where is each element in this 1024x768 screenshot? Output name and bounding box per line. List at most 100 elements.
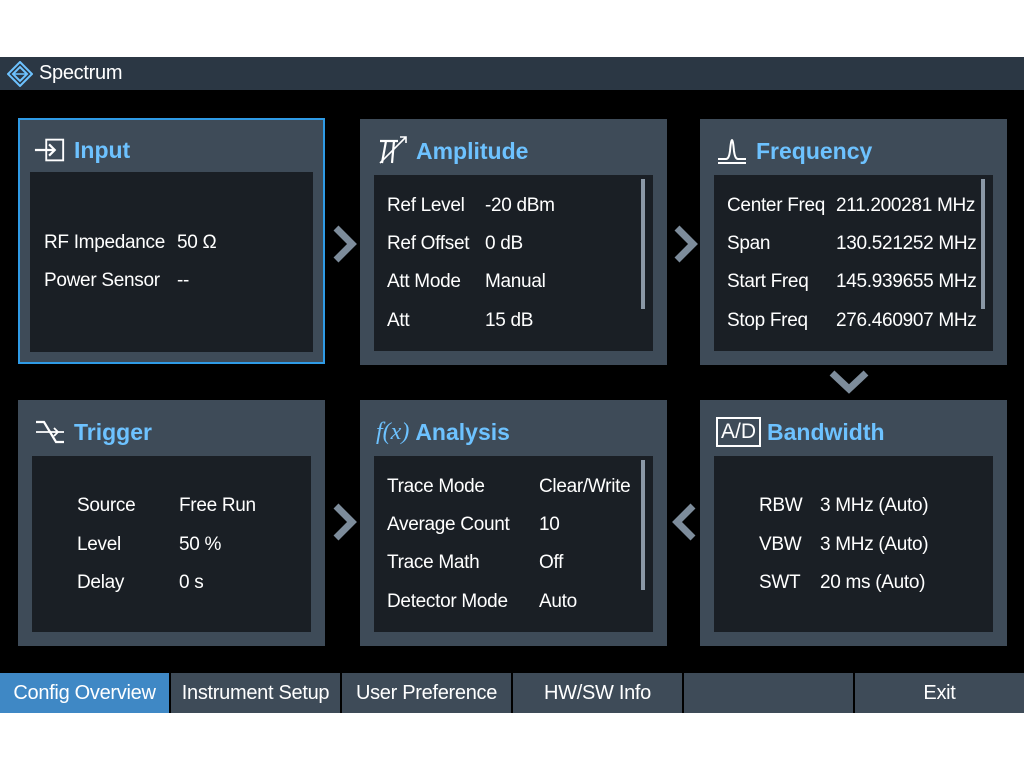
row-label: RBW [759,495,803,516]
bandwidth-panel-title: Bandwidth [767,418,885,445]
amplitude-panel-header: Amplitude [376,131,528,171]
row-label: SWT [759,572,801,593]
softkey-label: HW/SW Info [543,681,651,704]
bandwidth-panel[interactable]: A/D Bandwidth RBW 3 MHz (Auto) VBW 3 MHz… [700,400,1007,646]
input-panel[interactable]: Input RF Impedance 50 Ω Power Sensor -- [18,118,325,364]
frequency-panel-header: Frequency [716,131,872,171]
row-label: Detector Mode [387,591,508,612]
frequency-peak-icon [716,135,748,167]
bandwidth-row: RBW 3 MHz (Auto) [714,493,993,519]
frequency-row: Stop Freq 276.460907 MHz [714,308,993,334]
amplitude-panel-title: Amplitude [416,137,529,164]
frequency-row: Start Freq 145.939655 MHz [714,269,993,295]
row-value: 0 s [179,572,204,593]
frequency-row: Span 130.521252 MHz [714,231,993,257]
row-label: Att Mode [387,271,461,292]
row-label: Span [727,233,771,254]
chevron-left-icon [672,503,696,541]
analysis-panel-body: Trace Mode Clear/Write Average Count 10 … [374,456,653,632]
analysis-icon-text: f(x) [376,418,410,445]
softkey-label: Config Overview [13,681,156,704]
bandwidth-panel-header: A/D Bandwidth [716,412,885,452]
softkey-label: Exit [923,681,956,704]
frequency-panel[interactable]: Frequency Center Freq 211.200281 MHz Spa… [700,119,1007,365]
trigger-row: Level 50 % [32,532,311,558]
analysis-panel-title: Analysis [415,418,510,445]
trigger-row: Delay 0 s [32,570,311,596]
row-value: -- [177,270,190,291]
softkey-label: User Preference [355,681,498,704]
input-panel-body: RF Impedance 50 Ω Power Sensor -- [30,172,313,352]
row-value: 3 MHz (Auto) [820,495,929,516]
chevron-down-icon [829,370,869,394]
row-label: VBW [759,534,802,555]
bandwidth-icon-text: A/D [716,417,762,447]
amplitude-row: Ref Offset 0 dB [374,231,653,257]
row-value: 145.939655 MHz [836,271,977,292]
row-label: Ref Offset [387,233,470,254]
softkey-bar: Config Overview Instrument Setup User Pr… [0,673,1024,713]
row-value: -20 dBm [485,195,555,216]
softkey-config-overview[interactable]: Config Overview [0,673,169,713]
trigger-panel-body: Source Free Run Level 50 % Delay 0 s [32,456,311,632]
row-value: Auto [539,591,577,612]
row-value: 50 Ω [177,232,217,253]
row-label: Source [77,495,136,516]
input-row: RF Impedance 50 Ω [30,230,313,256]
row-value: Free Run [179,495,256,516]
function-icon: f(x) [376,416,409,448]
row-value: 20 ms (Auto) [820,572,926,593]
title-bar: Spectrum [0,57,1024,90]
analysis-row: Detector Mode Auto [374,589,653,615]
softkey-exit[interactable]: Exit [855,673,1024,713]
trigger-icon [34,416,66,448]
softkey-user-preference[interactable]: User Preference [342,673,511,713]
bandwidth-panel-body: RBW 3 MHz (Auto) VBW 3 MHz (Auto) SWT 20… [714,456,993,632]
softkey-instrument-setup[interactable]: Instrument Setup [171,673,340,713]
row-label: Average Count [387,514,510,535]
row-value: 10 [539,514,560,535]
row-value: 276.460907 MHz [836,310,977,331]
chevron-right-icon [333,225,357,263]
amplitude-icon [376,135,408,167]
row-label: Ref Level [387,195,465,216]
row-label: Delay [77,572,125,593]
row-value: 50 % [179,534,222,555]
row-value: Manual [485,271,546,292]
frequency-panel-title: Frequency [756,137,873,164]
row-label: Stop Freq [727,310,808,331]
input-row: Power Sensor -- [30,268,313,294]
trigger-row: Source Free Run [32,493,311,519]
frequency-panel-body: Center Freq 211.200281 MHz Span 130.5212… [714,175,993,351]
softkey-label: Instrument Setup [181,681,330,704]
chevron-right-icon [333,503,357,541]
row-value: 130.521252 MHz [836,233,977,254]
bandwidth-row: VBW 3 MHz (Auto) [714,532,993,558]
analysis-panel-header: f(x) Analysis [376,412,510,452]
row-label: Start Freq [727,271,809,292]
row-value: Clear/Write [539,476,631,497]
chevron-right-icon [674,225,698,263]
amplitude-row: Att 15 dB [374,308,653,334]
trigger-panel[interactable]: Trigger Source Free Run Level 50 % Delay… [18,400,325,646]
app-title: Spectrum [39,62,123,84]
ad-icon: A/D [716,416,762,448]
analysis-panel[interactable]: f(x) Analysis Trace Mode Clear/Write Ave… [360,400,667,646]
amplitude-panel[interactable]: Amplitude Ref Level -20 dBm Ref Offset 0… [360,119,667,365]
input-arrow-icon [34,134,66,166]
softkey-empty[interactable] [684,673,853,713]
row-label: Trace Mode [387,476,485,497]
row-value: 15 dB [485,310,534,331]
row-label: Center Freq [727,195,826,216]
rohde-schwarz-logo-icon [7,60,33,87]
input-panel-header: Input [34,130,130,170]
row-value: Off [539,552,564,573]
row-value: 211.200281 MHz [836,195,976,216]
row-value: 0 dB [485,233,523,254]
trigger-panel-header: Trigger [34,412,152,452]
amplitude-row: Att Mode Manual [374,269,653,295]
trigger-panel-title: Trigger [74,418,152,445]
row-label: RF Impedance [44,232,166,253]
softkey-hw-sw-info[interactable]: HW/SW Info [513,673,682,713]
analysis-row: Trace Math Off [374,550,653,576]
